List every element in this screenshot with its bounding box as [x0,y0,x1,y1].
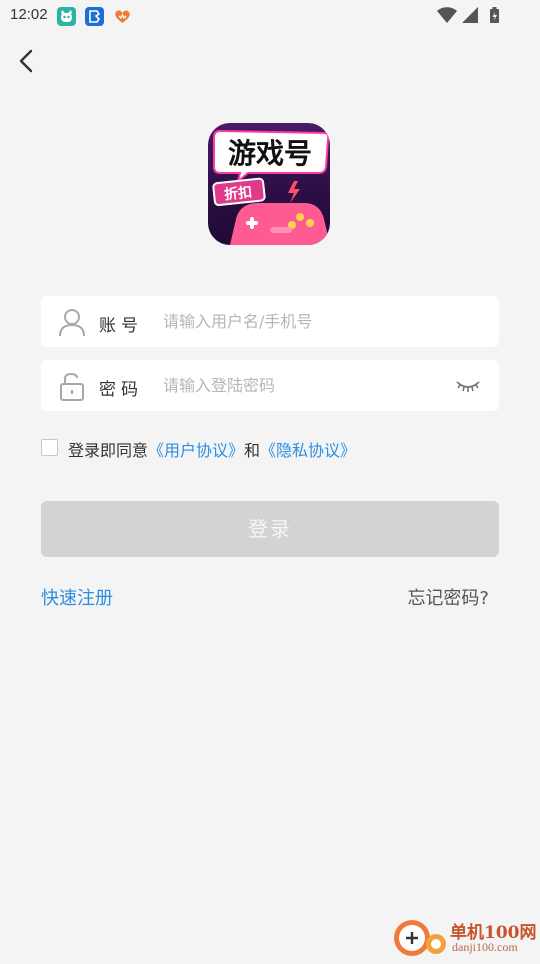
quick-register-link[interactable]: 快速注册 [41,584,113,610]
blue-app-icon [85,7,104,26]
watermark: 单机100网 danji100.com [390,914,540,960]
signal-icon [462,7,478,23]
status-time: 12:02 [10,6,48,23]
watermark-logo-icon [394,920,446,956]
logo-title: 游戏号 [228,137,312,170]
back-button[interactable] [12,46,42,76]
logo-tag: 折扣 [223,184,253,204]
account-label: 账号 [99,316,143,336]
lock-icon [60,372,84,401]
cat-app-icon [57,7,76,26]
heart-app-icon [113,7,132,26]
system-icons [436,6,506,24]
eye-closed-icon[interactable] [455,374,481,396]
password-field: 密码 [41,360,499,411]
status-bar: 12:02 [0,0,540,32]
password-input[interactable] [163,370,443,401]
wifi-icon [437,7,457,23]
agreement-and: 和 [244,441,261,460]
forgot-password-link[interactable]: 忘记密码? [407,584,489,610]
privacy-agreement-link[interactable]: 《隐私协议》 [260,441,356,460]
account-field: 账号 [41,296,499,347]
agreement-prefix: 登录即同意 [68,441,149,460]
login-button[interactable]: 登录 [41,501,499,557]
account-input[interactable] [163,306,443,337]
agreement-text: 登录即同意《用户协议》和《隐私协议》 [68,437,356,461]
agreement-checkbox[interactable] [41,439,58,456]
app-logo: 游戏号 折扣 [208,123,330,245]
user-agreement-link[interactable]: 《用户协议》 [148,441,244,460]
user-icon [59,309,85,337]
chevron-left-icon [19,49,33,73]
battery-icon [490,7,499,23]
watermark-url: danji100.com [452,940,518,954]
password-label: 密码 [99,380,143,400]
